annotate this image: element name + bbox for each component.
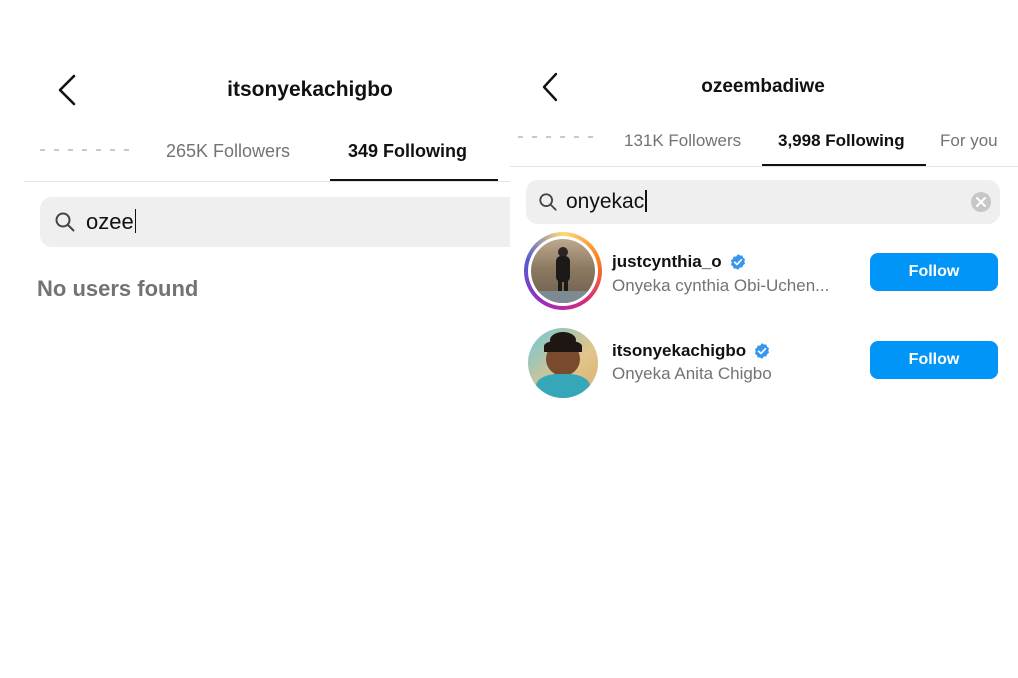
profile-title: ozeembadiwe	[701, 76, 825, 97]
clear-icon[interactable]	[970, 191, 992, 213]
back-button[interactable]	[56, 74, 80, 106]
username[interactable]: itsonyekachigbo	[612, 341, 771, 361]
username-text: itsonyekachigbo	[612, 341, 747, 360]
left-screenshot-panel: itsonyekachigbo 265K Followers 349 Follo…	[0, 0, 510, 678]
follow-button[interactable]: Follow	[870, 253, 998, 291]
follow-button[interactable]: Follow	[870, 341, 998, 379]
verified-badge-icon	[730, 254, 745, 270]
username-text: justcynthia_o	[612, 252, 722, 271]
hidden-tab	[40, 149, 136, 151]
username[interactable]: justcynthia_o	[612, 252, 747, 272]
tab-followers[interactable]: 265K Followers	[166, 141, 290, 162]
full-name: Onyeka Anita Chigbo	[612, 364, 772, 383]
verified-badge-icon	[755, 343, 770, 359]
full-name: Onyeka cynthia Obi-Uchen...	[612, 276, 830, 295]
back-arrow-icon	[58, 74, 76, 106]
tab-for-you[interactable]: For you	[940, 131, 998, 151]
avatar[interactable]	[524, 232, 602, 310]
tab-divider	[24, 181, 510, 182]
text-cursor	[134, 209, 137, 233]
tab-following[interactable]: 3,998 Following	[778, 131, 905, 151]
right-screenshot-panel: ozeembadiwe 131K Followers 3,998 Followi…	[510, 0, 1018, 678]
search-input[interactable]: ozee	[40, 197, 510, 247]
avatar[interactable]	[528, 328, 598, 398]
tab-following[interactable]: 349 Following	[348, 141, 467, 162]
search-icon	[539, 193, 557, 211]
empty-state-message: No users found	[37, 276, 199, 301]
profile-title: itsonyekachigbo	[227, 78, 393, 101]
tab-followers[interactable]: 131K Followers	[624, 131, 741, 151]
search-query: onyekac	[566, 190, 645, 213]
back-button[interactable]	[540, 72, 562, 102]
search-icon	[55, 212, 75, 232]
hidden-tab	[518, 136, 598, 138]
search-input[interactable]: onyekac	[526, 180, 1000, 224]
back-arrow-icon	[542, 72, 558, 102]
search-query: ozee	[86, 209, 134, 234]
text-cursor	[645, 190, 647, 212]
tab-divider	[510, 166, 1018, 167]
